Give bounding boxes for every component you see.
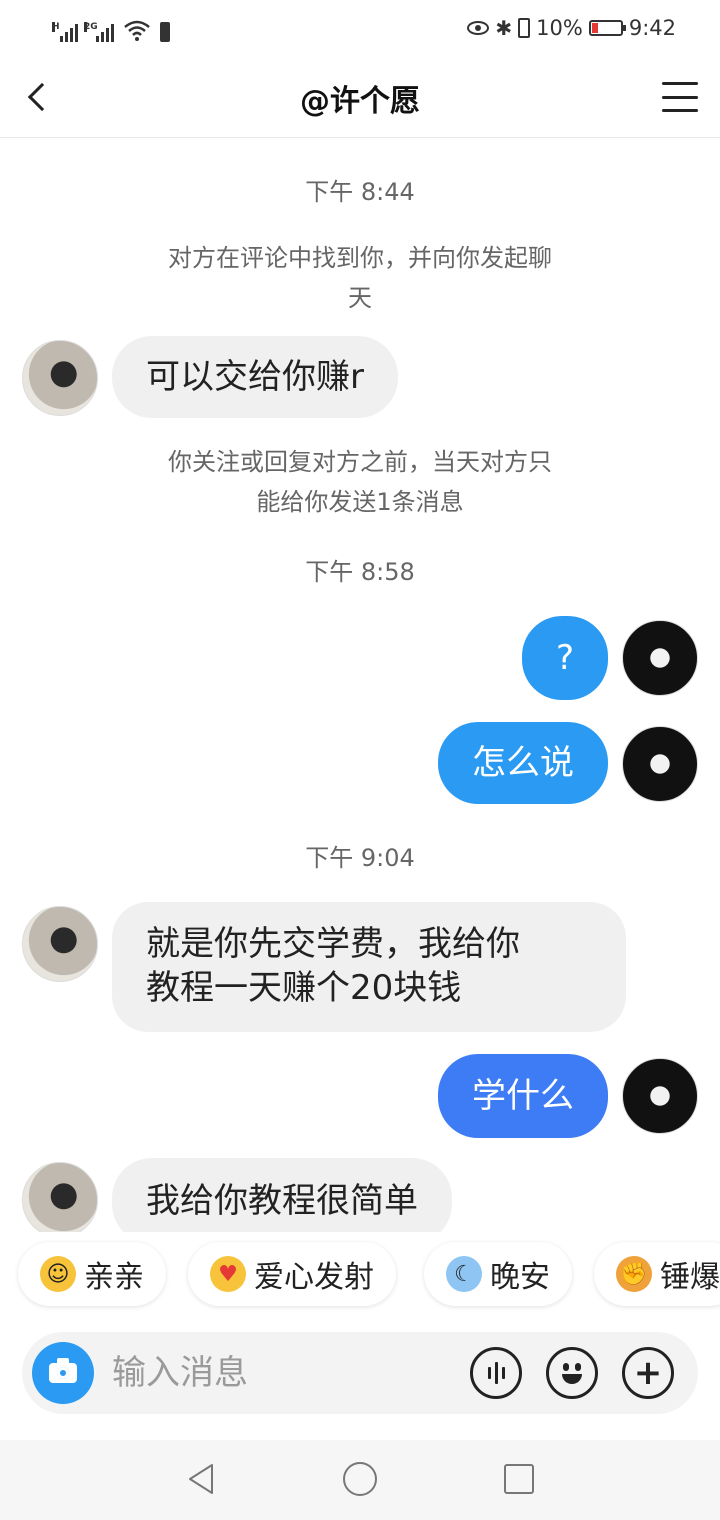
message-bubble-received[interactable]: 可以交给你赚r <box>112 336 398 418</box>
nav-back-button[interactable] <box>184 1462 218 1496</box>
status-right: ✱ 10% 9:42 <box>467 14 676 42</box>
sticker-chip-hammer[interactable]: ✊ 锤爆 <box>594 1242 720 1306</box>
hammer-emoji-icon: ✊ <box>616 1256 652 1292</box>
sticker-suggestions: ☺ 亲亲 ♥ 爱心发射 ☾ 晚安 ✊ 锤爆 <box>0 1232 720 1318</box>
avatar-self[interactable] <box>622 1058 698 1134</box>
message-bubble-sent[interactable]: 学什么 <box>438 1054 608 1138</box>
chat-area[interactable]: 下午 8:44 对方在评论中找到你，并向你发起聊天 可以交给你赚r 你关注或回复… <box>0 138 720 1232</box>
status-left: H 2G <box>52 14 170 42</box>
message-line: 教程一天赚个20块钱 <box>146 968 462 1008</box>
avatar-self[interactable] <box>622 620 698 696</box>
nav-recents-button[interactable] <box>504 1464 534 1494</box>
bluetooth-icon: ✱ <box>495 16 513 40</box>
sticker-chip-goodnight[interactable]: ☾ 晚安 <box>424 1242 572 1306</box>
avatar-other[interactable] <box>22 340 98 416</box>
sticker-chip-kiss[interactable]: ☺ 亲亲 <box>18 1242 166 1306</box>
system-message: 对方在评论中找到你，并向你发起聊天 <box>168 244 552 312</box>
signal-icon-2: 2G <box>84 22 114 42</box>
nav-home-button[interactable] <box>343 1462 377 1496</box>
chat-header: @许个愿 <box>0 56 720 138</box>
page-title: @许个愿 <box>300 84 420 119</box>
heart-eyes-emoji-icon: ♥ <box>210 1256 246 1292</box>
vibrate-icon <box>518 18 531 38</box>
message-bubble-received[interactable]: 就是你先交学费，我给你 教程一天赚个20块钱 <box>112 902 626 1032</box>
plus-icon: + <box>633 1353 663 1393</box>
battery-icon <box>588 20 626 36</box>
eye-comfort-icon <box>467 21 490 35</box>
sim-battery-icon <box>160 22 170 42</box>
plus-button[interactable]: + <box>622 1347 674 1399</box>
message-input-bar: + <box>22 1332 698 1414</box>
message-bubble-received[interactable]: 我给你教程很简单 <box>112 1158 452 1232</box>
sticker-label: 晚安 <box>490 1260 550 1295</box>
chevron-left-icon <box>27 82 57 112</box>
back-button[interactable] <box>16 74 60 120</box>
system-message: 你关注或回复对方之前，当天对方只能给你发送1条消息 <box>168 448 552 516</box>
battery-percent: 10% <box>536 16 583 40</box>
emoji-button[interactable] <box>546 1347 598 1399</box>
sticker-chip-heart[interactable]: ♥ 爱心发射 <box>188 1242 396 1306</box>
message-bubble-sent[interactable]: ? <box>522 616 608 700</box>
message-input[interactable] <box>112 1346 452 1400</box>
timestamp: 下午 9:04 <box>305 844 415 872</box>
voice-button[interactable] <box>470 1347 522 1399</box>
avatar-self[interactable] <box>622 726 698 802</box>
hug-emoji-icon: ☺ <box>40 1256 76 1292</box>
avatar-other[interactable] <box>22 906 98 982</box>
system-nav-bar <box>0 1440 720 1520</box>
timestamp: 下午 8:58 <box>305 558 415 586</box>
sticker-label: 锤爆 <box>660 1260 720 1295</box>
timestamp: 下午 8:44 <box>305 178 415 206</box>
message-line: 就是你先交学费，我给你 <box>146 924 520 964</box>
message-bubble-sent[interactable]: 怎么说 <box>438 722 608 804</box>
sleep-emoji-icon: ☾ <box>446 1256 482 1292</box>
signal-icon-1: H <box>52 22 78 42</box>
wifi-icon <box>124 20 150 41</box>
sticker-label: 爱心发射 <box>254 1260 374 1295</box>
avatar-other[interactable] <box>22 1162 98 1232</box>
camera-button[interactable] <box>32 1342 94 1404</box>
sticker-label: 亲亲 <box>84 1260 144 1295</box>
camera-icon <box>49 1358 77 1383</box>
menu-button[interactable] <box>662 82 698 112</box>
status-bar: H 2G ✱ 10% 9:42 <box>0 0 720 56</box>
clock: 9:42 <box>628 16 676 40</box>
